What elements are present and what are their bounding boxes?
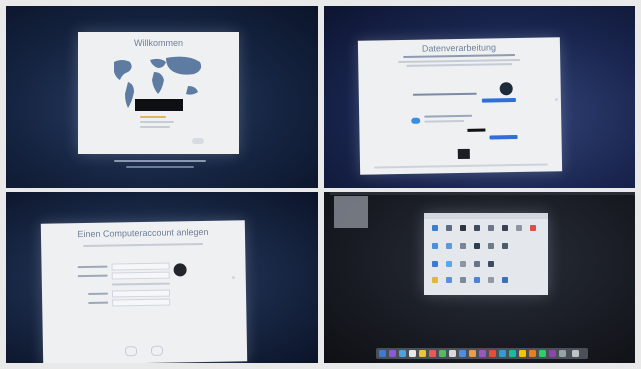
photo-desktop — [324, 192, 635, 363]
welcome-screen: Willkommen — [78, 32, 239, 154]
field-label-account — [77, 274, 108, 278]
title-underline — [403, 54, 516, 58]
account-name-field[interactable] — [111, 271, 170, 280]
desktop-menubar — [330, 192, 635, 195]
photo-collage: Willkommen Datenverarbeitung Einen Compu… — [0, 0, 641, 369]
password-field[interactable] — [111, 289, 171, 298]
continue-button[interactable] — [150, 345, 164, 356]
dock-icons[interactable] — [376, 348, 588, 359]
back-button[interactable] — [124, 346, 138, 357]
notification-panel — [334, 196, 368, 228]
field-label-password — [87, 292, 109, 295]
footer-line — [114, 160, 206, 162]
field-label-hint — [88, 301, 109, 304]
account-title: Einen Computeraccount anlegen — [77, 226, 209, 240]
section1-line — [412, 92, 477, 96]
section2-line-1 — [424, 114, 473, 118]
privacy-screen: Datenverarbeitung — [357, 37, 563, 175]
dock — [376, 348, 588, 359]
blue-toggle-bar[interactable] — [489, 135, 518, 140]
system-preferences-window — [424, 213, 548, 295]
preference-icons-grid — [432, 225, 536, 283]
subtitle-line — [83, 242, 204, 248]
hint-line — [111, 282, 170, 286]
dark-thumbnail — [457, 148, 470, 160]
cloud-icon — [411, 117, 421, 124]
blue-button[interactable] — [481, 98, 516, 103]
photo-account-screen: Einen Computeraccount anlegen — [6, 192, 318, 363]
footer-text-line — [374, 163, 549, 169]
option-line-3 — [140, 126, 170, 128]
footer-line-2 — [126, 166, 194, 168]
continue-button[interactable] — [192, 138, 204, 144]
cursor-dot — [555, 98, 558, 101]
black-redaction-box — [135, 99, 183, 111]
cursor-dot — [232, 276, 235, 279]
fullname-field[interactable] — [111, 262, 170, 271]
option-line-2 — [140, 121, 174, 123]
photo-privacy-screen: Datenverarbeitung — [324, 6, 635, 188]
password-hint-field[interactable] — [112, 298, 171, 307]
account-screen: Einen Computeraccount anlegen — [40, 220, 248, 363]
intro-line-2 — [406, 63, 513, 67]
option-line-1 — [140, 116, 166, 118]
field-label-fullname — [77, 265, 108, 269]
section2-line-2 — [424, 119, 465, 123]
avatar[interactable] — [173, 263, 187, 277]
black-bar — [467, 128, 486, 132]
photo-welcome-screen: Willkommen — [6, 6, 318, 188]
world-map-image — [114, 56, 202, 108]
fingerprint-icon — [499, 82, 513, 96]
privacy-title: Datenverarbeitung — [421, 42, 497, 54]
